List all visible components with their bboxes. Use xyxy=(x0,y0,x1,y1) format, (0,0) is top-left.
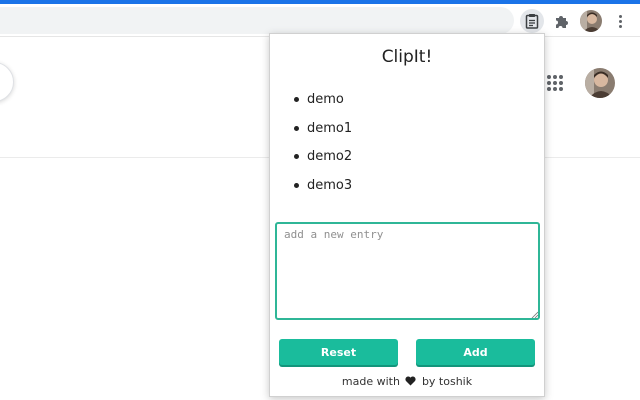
add-button[interactable]: Add xyxy=(416,339,535,365)
extensions-menu-button[interactable] xyxy=(549,9,573,33)
list-item[interactable]: demo1 xyxy=(290,120,352,149)
list-item[interactable]: demo xyxy=(290,91,352,120)
puzzle-icon xyxy=(556,16,568,28)
account-avatar[interactable] xyxy=(585,68,615,98)
new-entry-input[interactable] xyxy=(275,222,540,320)
list-item[interactable]: demo2 xyxy=(290,148,352,177)
popup-title: ClipIt! xyxy=(381,47,433,67)
entries-list: demo demo1 demo2 demo3 xyxy=(290,91,352,206)
search-box-edge[interactable] xyxy=(0,62,14,102)
clipit-popup: ClipIt! demo demo1 demo2 demo3 Reset Add… xyxy=(269,33,545,397)
reset-button[interactable]: Reset xyxy=(279,339,398,365)
footer-credit: made with by toshik xyxy=(270,375,544,388)
list-item[interactable]: demo3 xyxy=(290,177,352,206)
more-vert-icon[interactable] xyxy=(612,11,628,31)
heart-icon xyxy=(405,376,417,386)
profile-avatar[interactable] xyxy=(580,10,602,32)
clipit-extension-button[interactable] xyxy=(520,9,544,33)
clipboard-icon xyxy=(525,14,539,29)
footer-suffix: by toshik xyxy=(421,375,473,388)
address-bar[interactable] xyxy=(0,7,514,34)
footer-prefix: made with xyxy=(341,375,400,388)
apps-grid-icon[interactable] xyxy=(547,75,563,91)
